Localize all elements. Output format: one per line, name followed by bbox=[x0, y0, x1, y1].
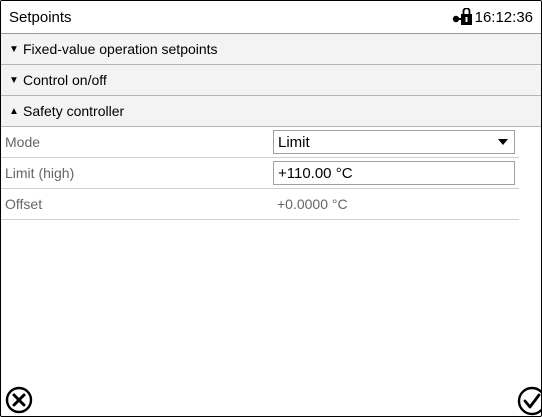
title-bar: Setpoints 16:12:36 bbox=[1, 1, 541, 34]
clock-time: 16:12:36 bbox=[474, 8, 533, 26]
status-area: 16:12:36 bbox=[451, 8, 533, 26]
limit-high-label: Limit (high) bbox=[5, 165, 75, 181]
limit-high-value: +110.00 °C bbox=[278, 164, 353, 182]
page-title: Setpoints bbox=[9, 8, 72, 26]
section-safety-controller[interactable]: ▲ Safety controller bbox=[1, 96, 541, 127]
section-label: Fixed-value operation setpoints bbox=[23, 41, 218, 57]
triangle-up-icon: ▲ bbox=[9, 105, 19, 117]
param-row-limit-high: Limit (high) +110.00 °C bbox=[1, 158, 519, 189]
triangle-down-icon: ▼ bbox=[9, 74, 19, 86]
dropdown-arrow-icon bbox=[498, 139, 508, 145]
checkmark-circle-icon bbox=[517, 386, 541, 416]
mode-value: Limit bbox=[278, 133, 310, 151]
offset-value: +0.0000 °C bbox=[277, 196, 348, 212]
offset-label: Offset bbox=[5, 196, 43, 212]
mode-label: Mode bbox=[5, 134, 41, 150]
triangle-down-icon: ▼ bbox=[9, 43, 19, 55]
limit-high-input[interactable]: +110.00 °C bbox=[273, 161, 515, 185]
cancel-button[interactable] bbox=[5, 386, 33, 414]
mode-dropdown[interactable]: Limit bbox=[273, 130, 515, 154]
param-row-mode: Mode Limit bbox=[1, 127, 519, 158]
section-fixed-value-setpoints[interactable]: ▼ Fixed-value operation setpoints bbox=[1, 34, 541, 65]
door-lock-icon bbox=[451, 8, 473, 26]
offset-value-field: +0.0000 °C bbox=[273, 192, 515, 216]
section-control-on-off[interactable]: ▼ Control on/off bbox=[1, 65, 541, 96]
section-label: Control on/off bbox=[23, 72, 107, 88]
confirm-button[interactable] bbox=[517, 386, 541, 416]
cancel-circle-icon bbox=[5, 386, 33, 414]
section-label: Safety controller bbox=[23, 103, 125, 119]
setpoints-screen: Setpoints 16:12:36 ▼ Fixed-value operati… bbox=[0, 0, 542, 417]
param-row-offset: Offset +0.0000 °C bbox=[1, 189, 519, 220]
